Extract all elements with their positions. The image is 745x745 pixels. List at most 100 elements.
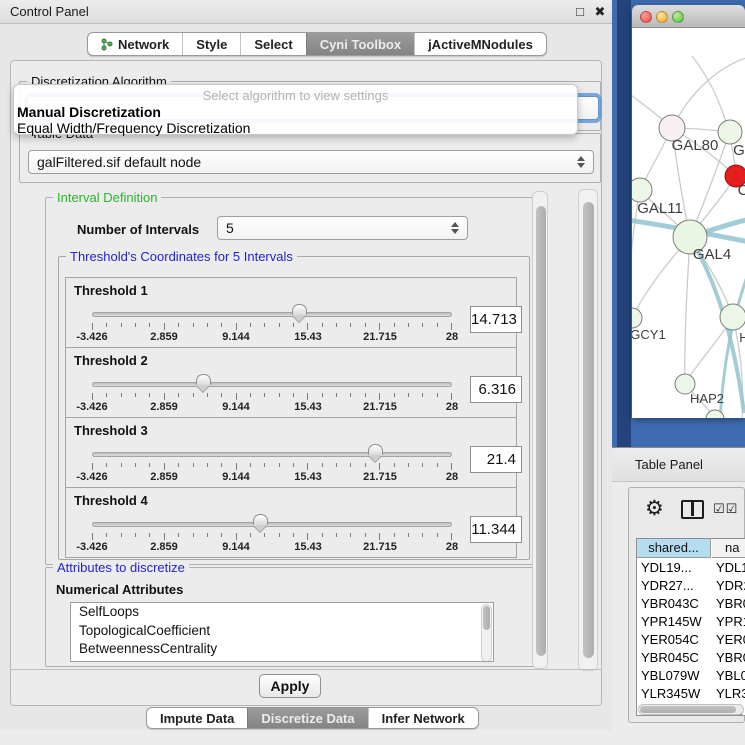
number-of-intervals-combobox[interactable]: 5 (217, 216, 468, 240)
outer-scrollbar[interactable] (578, 189, 598, 671)
scale-label: 28 (446, 471, 458, 483)
table-row[interactable]: YLR345WYLR3 (637, 685, 745, 703)
table-row[interactable]: YPR145WYPR1 (637, 613, 745, 631)
minimize-traffic-light-icon[interactable] (656, 11, 668, 23)
threshold-value-field[interactable]: 11.344 (470, 516, 522, 543)
tab-style[interactable]: Style (182, 33, 240, 55)
attribute-item[interactable]: SelfLoops (71, 603, 493, 622)
network-node-ga[interactable] (718, 120, 742, 144)
checkbox-checked-icons[interactable]: ☑☑ (713, 501, 738, 517)
stepper-arrows-icon[interactable] (451, 222, 459, 234)
scale-label: 2.859 (150, 541, 178, 553)
slider-ticks (92, 533, 452, 541)
scale-label: 15.43 (294, 331, 322, 343)
threshold-slider-thumb[interactable] (253, 514, 268, 532)
network-window: GAL80GACGAL11GAL4GCY1HHAP2 (632, 5, 745, 418)
scale-label: 2.859 (150, 331, 178, 343)
cell-shared-name: YDR27... (641, 577, 694, 595)
table-row[interactable]: YER054CYER0 (637, 631, 745, 649)
threshold-slider-track[interactable] (92, 452, 452, 457)
node-table[interactable]: shared... na YDL19...YDL1YDR27...YDR2YBR… (636, 538, 745, 716)
threshold-value-field[interactable]: 21.4 (470, 446, 522, 473)
table-row[interactable]: YBL079W YBL0 (637, 667, 745, 685)
table-row[interactable]: YBR045CYBR0 (637, 649, 745, 667)
threshold-value-field[interactable]: 6.316 (470, 376, 522, 403)
threshold-value-field[interactable]: 14.713 (470, 306, 522, 333)
attribute-item[interactable]: TopologicalCoefficient (71, 622, 493, 641)
algorithm-placeholder-item[interactable]: Select algorithm to view settings (14, 88, 577, 103)
tab-network[interactable]: Network (88, 33, 182, 55)
attributes-list-scrollbar[interactable] (481, 604, 492, 662)
cell-name: YDL1 (716, 559, 745, 577)
column-header-shared[interactable]: shared... (637, 539, 711, 558)
scale-label: 21.715 (363, 401, 397, 413)
number-of-intervals-value: 5 (226, 220, 234, 236)
thresholds-group-label: Threshold's Coordinates for 5 Intervals (66, 249, 297, 264)
tab-jactivemnodules[interactable]: jActiveMNodules (414, 33, 546, 55)
scale-label: 9.144 (222, 471, 250, 483)
attribute-item[interactable]: BetweennessCentrality (71, 640, 493, 659)
cell-name: YBL0 (716, 667, 745, 685)
gear-icon[interactable]: ⚙ (645, 496, 664, 521)
close-icon[interactable]: ✖ (591, 3, 609, 21)
table-row[interactable]: YDR27... YDR2 (637, 577, 745, 595)
tab-cyni-toolbox[interactable]: Cyni Toolbox (306, 33, 414, 55)
threshold-label: Threshold 2 (74, 353, 148, 368)
cell-name: YDR2 (716, 577, 745, 595)
network-node-label: HAP2 (690, 391, 724, 406)
number-of-intervals-label: Number of Intervals (77, 222, 199, 237)
table-panel: ⚙ ☑☑ shared... na YDL19...YDL1YDR27...YD… (628, 487, 745, 723)
inner-scrollbar[interactable] (532, 191, 548, 669)
threshold-slider-track[interactable] (92, 522, 452, 527)
scale-label: 28 (446, 541, 458, 553)
slider-ticks (92, 393, 452, 401)
threshold-slider-thumb[interactable] (368, 444, 383, 462)
network-edge[interactable] (685, 237, 690, 384)
close-traffic-light-icon[interactable] (640, 11, 652, 23)
network-edge[interactable] (692, 56, 736, 176)
cell-shared-name: YPR145W (641, 613, 702, 631)
scale-label: 15.43 (294, 541, 322, 553)
stepper-arrows-icon[interactable] (577, 156, 585, 168)
table-horizontal-scrollbar[interactable] (638, 704, 744, 715)
table-panel-title: Table Panel (635, 457, 703, 472)
network-edge[interactable] (672, 58, 745, 128)
slider-scale-labels: -3.4262.8599.14415.4321.71528 (92, 471, 452, 485)
cell-shared-name: YBL079W (641, 667, 700, 685)
cell-shared-name: YER054C (641, 631, 699, 649)
bottom-tab-discretize-data[interactable]: Discretize Data (247, 708, 367, 728)
table-row[interactable]: YBR043CYBR0 (637, 595, 745, 613)
threshold-slider-thumb[interactable] (196, 374, 211, 392)
bottom-tab-impute-data[interactable]: Impute Data (147, 708, 247, 728)
apply-button[interactable]: Apply (259, 674, 321, 698)
zoom-traffic-light-icon[interactable] (672, 11, 684, 23)
thresholds-group: Threshold's Coordinates for 5 Intervals … (58, 256, 530, 560)
algorithm-item-manual[interactable]: Manual Discretization (17, 104, 161, 120)
column-header-name[interactable]: na (712, 539, 745, 558)
scale-label: 28 (446, 331, 458, 343)
scale-label: 15.43 (294, 471, 322, 483)
tab-select[interactable]: Select (240, 33, 305, 55)
network-canvas[interactable]: GAL80GACGAL11GAL4GCY1HHAP2 (632, 28, 745, 418)
network-node-label: GCY1 (632, 327, 666, 342)
table-data-combobox[interactable]: galFiltered.sif default node (28, 150, 594, 174)
bottom-tab-infer-network[interactable]: Infer Network (368, 708, 478, 728)
float-window-icon[interactable]: □ (571, 3, 589, 21)
cell-shared-name: YLR345W (641, 685, 700, 703)
algorithm-item-equal-width[interactable]: Equal Width/Frequency Discretization (17, 120, 250, 136)
numerical-attributes-list[interactable]: SelfLoopsTopologicalCoefficientBetweenne… (70, 602, 494, 662)
bottom-tab-bar: Impute DataDiscretize DataInfer Network (146, 707, 479, 729)
split-column-icon[interactable] (681, 500, 704, 519)
threshold-slider-track[interactable] (92, 312, 452, 317)
scale-label: 21.715 (363, 541, 397, 553)
network-window-titlebar (632, 5, 745, 28)
network-node-h[interactable] (720, 304, 745, 330)
threshold-panel: Threshold 4 -3.4262.8599.14415.4321.7152… (65, 487, 517, 558)
threshold-slider-track[interactable] (92, 382, 452, 387)
network-node-gal11[interactable] (632, 178, 652, 202)
threshold-slider-thumb[interactable] (292, 304, 307, 322)
table-row[interactable]: YDL19...YDL1 (637, 559, 745, 577)
cell-shared-name: YBR045C (641, 649, 699, 667)
network-node-gcy1[interactable] (632, 308, 642, 328)
scale-label: -3.426 (76, 331, 107, 343)
